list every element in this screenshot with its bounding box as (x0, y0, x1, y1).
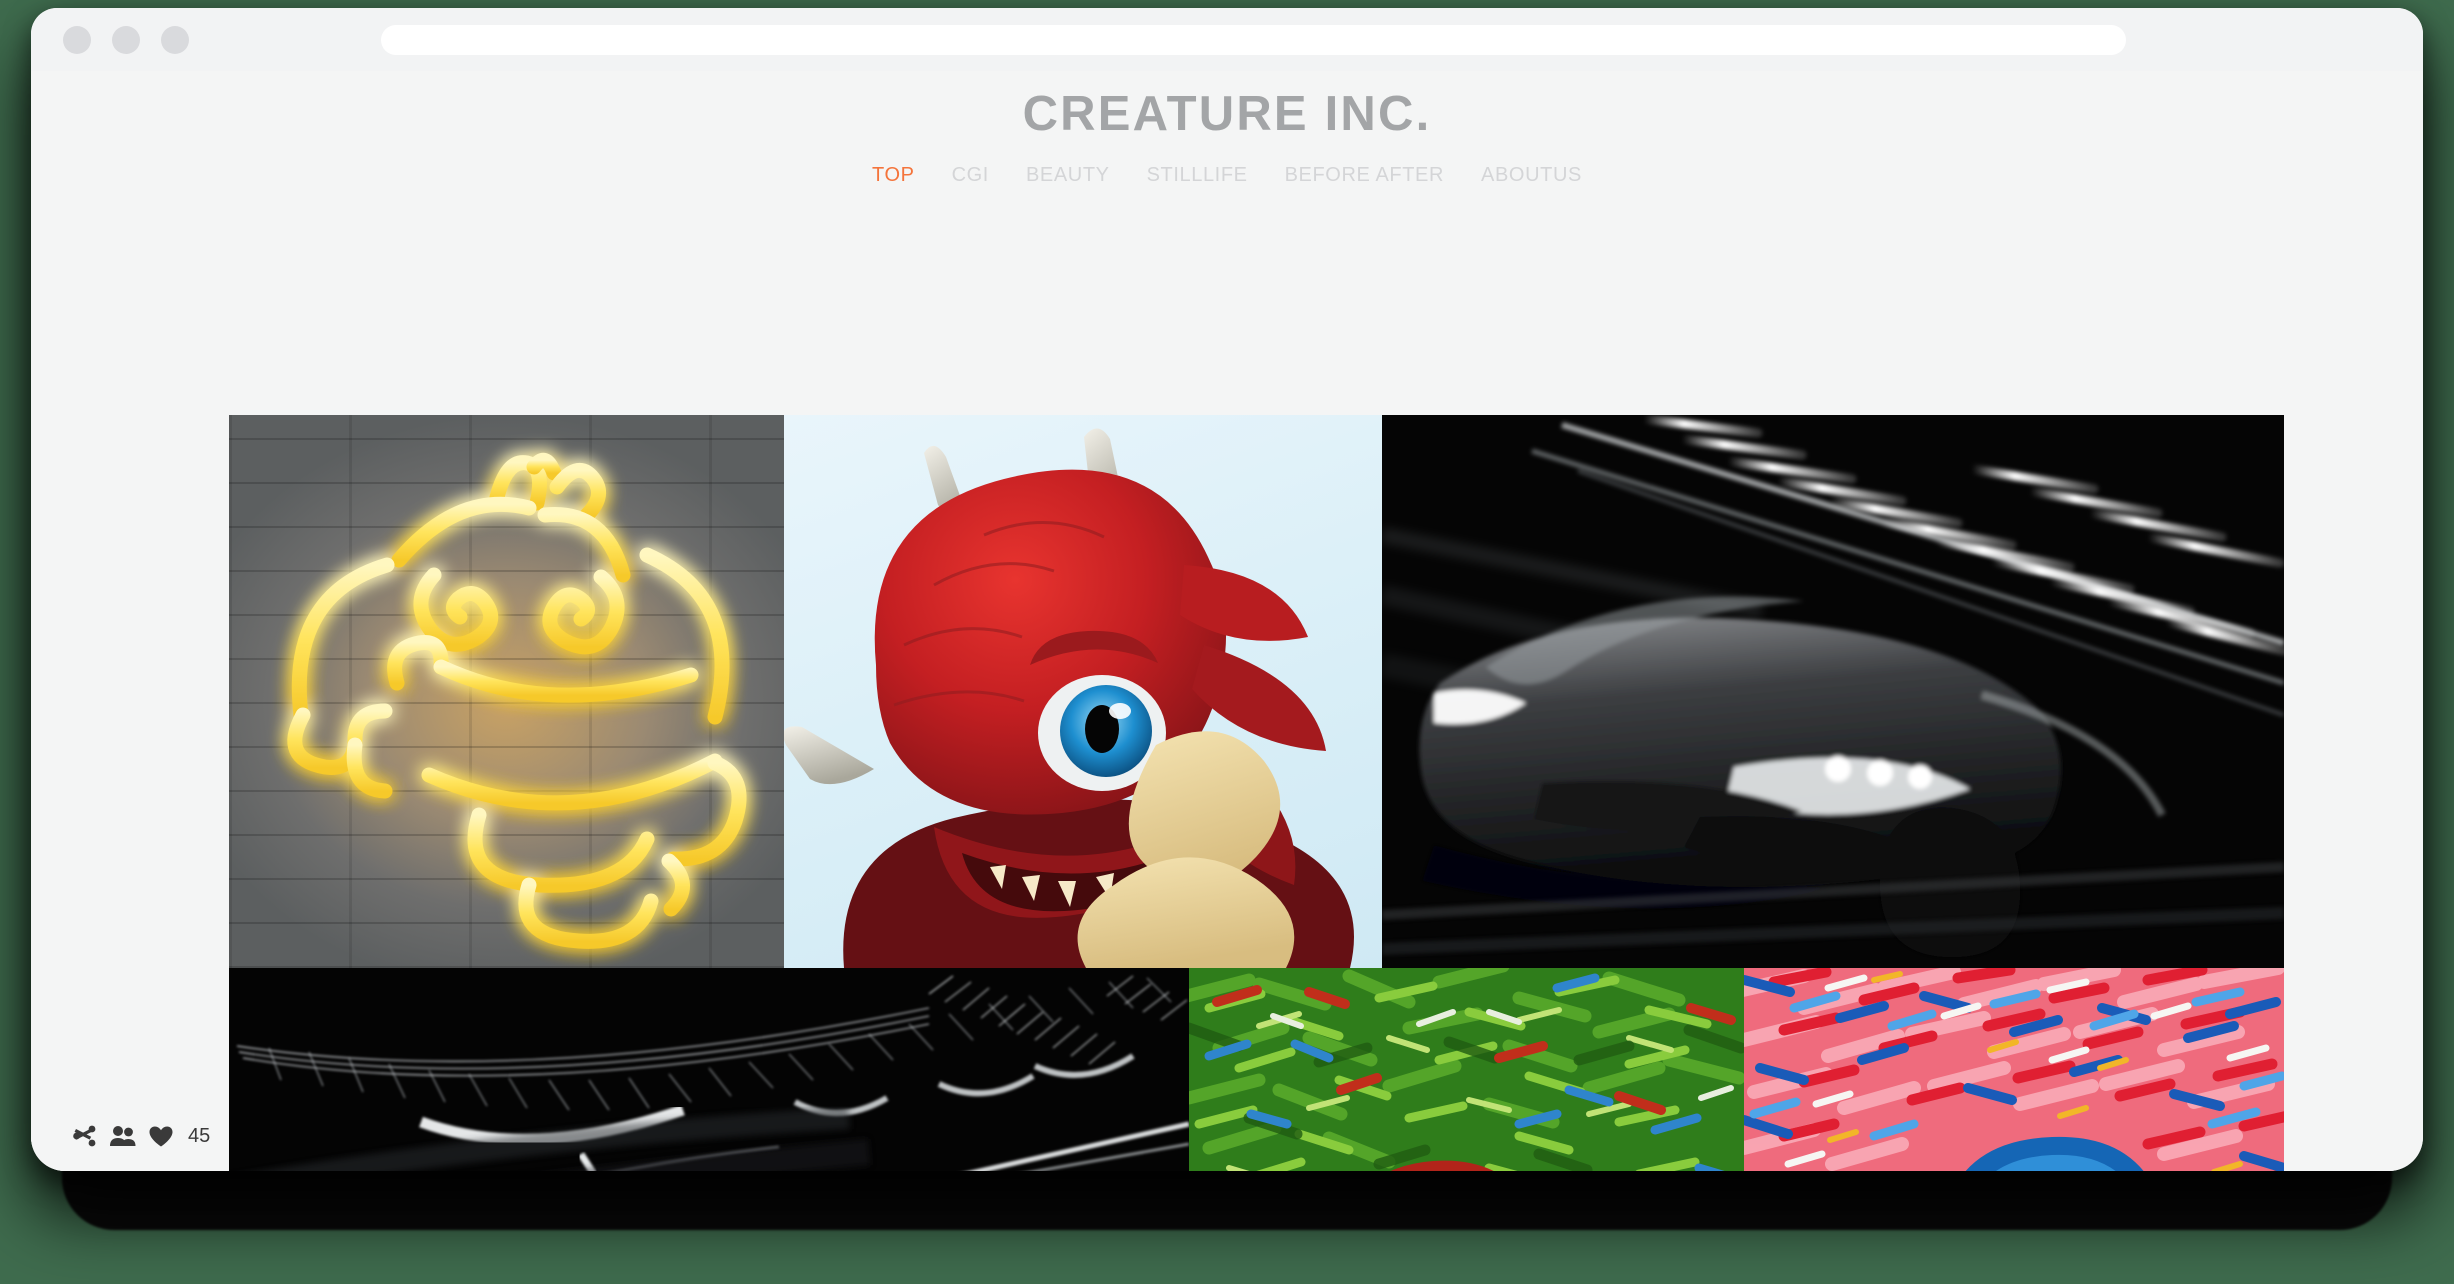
light-streaks-artwork (236, 975, 1189, 1171)
gallery-tile-red-dragon-hatchling[interactable] (784, 415, 1382, 968)
nav-item-cgi[interactable]: CGI (952, 164, 989, 187)
night-sports-car-artwork (1382, 415, 2284, 958)
heart-icon[interactable] (149, 1126, 173, 1147)
image-gallery (229, 415, 2284, 1171)
main-navigation: TOP CGI BEAUTY STILLLIFE BEFORE AFTER AB… (31, 164, 2423, 187)
gallery-tile-light-streaks[interactable] (229, 968, 1189, 1171)
address-bar[interactable] (381, 25, 2126, 55)
gallery-tile-night-sports-car[interactable] (1382, 415, 2284, 968)
social-action-bar: 45 (31, 1101, 229, 1171)
gallery-row (229, 415, 2284, 968)
browser-window: CREATURE INC. TOP CGI BEAUTY STILLLIFE B… (31, 8, 2423, 1171)
share-icon[interactable] (73, 1125, 97, 1147)
green-impasto-artwork (1189, 968, 1744, 1171)
browser-chrome-bar (31, 8, 2423, 71)
close-window-button[interactable] (63, 25, 91, 54)
nav-item-before-after[interactable]: BEFORE AFTER (1285, 164, 1444, 187)
neon-creature-artwork (287, 452, 747, 949)
red-dragon-artwork (784, 428, 1354, 968)
red-blue-impasto-artwork (1744, 968, 2284, 1171)
traffic-lights (63, 25, 189, 54)
web-page: CREATURE INC. TOP CGI BEAUTY STILLLIFE B… (31, 71, 2423, 1171)
minimize-window-button[interactable] (112, 25, 140, 54)
nav-item-stilllife[interactable]: STILLLIFE (1147, 164, 1248, 187)
gallery-tile-green-impasto-painting[interactable] (1189, 968, 1744, 1171)
like-count: 45 (188, 1124, 211, 1147)
gallery-tile-neon-creature-sign[interactable] (229, 415, 784, 968)
gallery-tile-red-blue-impasto-painting[interactable] (1744, 968, 2284, 1171)
gallery-row (229, 968, 2284, 1171)
people-icon[interactable] (110, 1125, 136, 1147)
nav-item-top[interactable]: TOP (872, 164, 915, 187)
site-title: CREATURE INC. (1022, 87, 1432, 141)
nav-item-aboutus[interactable]: ABOUTUS (1481, 164, 1582, 187)
maximize-window-button[interactable] (161, 25, 189, 54)
nav-item-beauty[interactable]: BEAUTY (1026, 164, 1110, 187)
